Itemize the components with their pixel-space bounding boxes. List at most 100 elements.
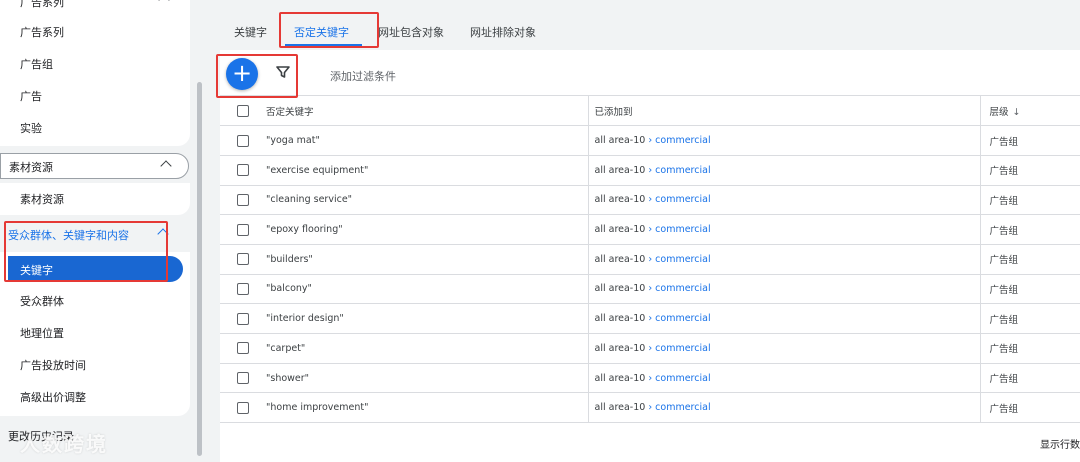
keyword-cell: "balcony" bbox=[266, 274, 589, 305]
table-row[interactable]: "cleaning service" all area-10 › commerci… bbox=[220, 185, 1080, 216]
keyword-cell: "cleaning service" bbox=[266, 185, 589, 216]
campaign-name[interactable]: all area-10 bbox=[595, 343, 646, 354]
row-checkbox-cell bbox=[220, 185, 266, 216]
keyword-cell: "carpet" bbox=[266, 333, 589, 364]
sidebar-section-campaigns[interactable]: 广告系列 bbox=[20, 0, 64, 10]
table-row[interactable]: "interior design" all area-10 › commercia… bbox=[220, 303, 1080, 334]
added-to-cell: all area-10 › commercial bbox=[588, 214, 981, 245]
ad-group-link[interactable]: commercial bbox=[655, 194, 710, 205]
keyword-cell: "epoxy flooring" bbox=[266, 214, 589, 245]
row-checkbox-cell bbox=[220, 214, 266, 245]
campaign-name[interactable]: all area-10 bbox=[595, 194, 646, 205]
ad-group-link[interactable]: commercial bbox=[655, 373, 710, 384]
table-row[interactable]: "exercise equipment" all area-10 › commer… bbox=[220, 155, 1080, 186]
highlight-box-tab bbox=[279, 12, 379, 48]
breadcrumb-separator: › bbox=[645, 135, 656, 147]
sidebar-item-ad-groups[interactable]: 广告组 bbox=[20, 56, 53, 72]
row-checkbox-cell bbox=[220, 244, 266, 275]
row-checkbox[interactable] bbox=[237, 223, 249, 236]
campaign-name[interactable]: all area-10 bbox=[595, 224, 646, 235]
sidebar-item-audiences[interactable]: 受众群体 bbox=[20, 293, 64, 309]
row-checkbox-cell bbox=[220, 392, 266, 424]
campaign-name[interactable]: all area-10 bbox=[595, 402, 646, 413]
table-row[interactable]: "builders" all area-10 › commercial 广告组 bbox=[220, 244, 1080, 275]
row-checkbox[interactable] bbox=[237, 342, 249, 355]
keyword-cell: "exercise equipment" bbox=[266, 155, 589, 186]
row-checkbox-cell bbox=[220, 155, 266, 186]
campaign-name[interactable]: all area-10 bbox=[595, 373, 646, 384]
sidebar-item-bid-adjustments[interactable]: 高级出价调整 bbox=[20, 389, 86, 405]
sidebar-item-experiments[interactable]: 实验 bbox=[20, 120, 42, 136]
column-header-added-to[interactable]: 已添加到 bbox=[588, 96, 981, 127]
row-checkbox-cell bbox=[220, 303, 266, 334]
campaign-name[interactable]: all area-10 bbox=[595, 254, 646, 265]
campaign-name[interactable]: all area-10 bbox=[595, 283, 646, 294]
row-checkbox[interactable] bbox=[237, 282, 249, 295]
ad-group-link[interactable]: commercial bbox=[655, 135, 710, 146]
campaign-name[interactable]: all area-10 bbox=[595, 313, 646, 324]
table-row[interactable]: "carpet" all area-10 › commercial 广告组 bbox=[220, 333, 1080, 364]
sidebar: 广告系列 广告系列 广告组 广告 实验 素材资源 素材资源 受众群体、关键字和内… bbox=[0, 0, 204, 462]
ad-group-link[interactable]: commercial bbox=[655, 165, 710, 176]
level-cell: 广告组 bbox=[980, 125, 1080, 156]
column-header-keyword[interactable]: 否定关键字 bbox=[266, 96, 589, 127]
table-row[interactable]: "home improvement" all area-10 › commerci… bbox=[220, 392, 1080, 424]
sidebar-item-locations[interactable]: 地理位置 bbox=[20, 325, 64, 341]
breadcrumb-separator: › bbox=[645, 224, 656, 236]
table-row[interactable]: "balcony" all area-10 › commercial 广告组 bbox=[220, 274, 1080, 305]
ad-group-link[interactable]: commercial bbox=[655, 283, 710, 294]
table-row[interactable]: "epoxy flooring" all area-10 › commercial… bbox=[220, 214, 1080, 245]
level-cell: 广告组 bbox=[980, 244, 1080, 275]
sidebar-section-assets-label: 素材资源 bbox=[9, 161, 53, 174]
ad-group-link[interactable]: commercial bbox=[655, 224, 710, 235]
added-to-cell: all area-10 › commercial bbox=[588, 274, 981, 305]
add-filter-link[interactable]: 添加过滤条件 bbox=[330, 68, 396, 84]
negative-keywords-table: 否定关键字 已添加到 层级 ↓ "yoga mat" all area-10 › c… bbox=[220, 96, 1080, 424]
table-row[interactable]: "shower" all area-10 › commercial 广告组 bbox=[220, 363, 1080, 394]
sidebar-item-ads[interactable]: 广告 bbox=[20, 88, 42, 104]
select-all-checkbox[interactable] bbox=[237, 104, 249, 117]
ad-group-link[interactable]: commercial bbox=[655, 254, 710, 265]
ad-group-link[interactable]: commercial bbox=[655, 313, 710, 324]
row-checkbox[interactable] bbox=[237, 193, 249, 206]
column-header-level[interactable]: 层级 ↓ bbox=[980, 96, 1080, 127]
row-checkbox-cell bbox=[220, 274, 266, 305]
level-cell: 广告组 bbox=[980, 214, 1080, 245]
keyword-cell: "shower" bbox=[266, 363, 589, 394]
column-header-level-label: 层级 bbox=[989, 106, 1009, 118]
chevron-up-icon bbox=[160, 160, 172, 172]
added-to-cell: all area-10 › commercial bbox=[588, 363, 981, 394]
sidebar-scrollbar[interactable] bbox=[197, 82, 202, 456]
table-row[interactable]: "yoga mat" all area-10 › commercial 广告组 bbox=[220, 125, 1080, 156]
chevron-up-icon[interactable] bbox=[158, 0, 170, 6]
added-to-cell: all area-10 › commercial bbox=[588, 333, 981, 364]
breadcrumb-separator: › bbox=[645, 402, 656, 414]
negative-keywords-panel: + 添加过滤条件 否定关键字 已添加到 层级 ↓ "yoga mat" all ar… bbox=[216, 50, 1080, 462]
row-checkbox[interactable] bbox=[237, 134, 249, 147]
tab-url-contains[interactable]: 网址包含对象 bbox=[378, 24, 444, 40]
row-checkbox[interactable] bbox=[237, 253, 249, 266]
row-checkbox[interactable] bbox=[237, 164, 249, 177]
sidebar-item-ad-schedule[interactable]: 广告投放时间 bbox=[20, 357, 86, 373]
row-checkbox[interactable] bbox=[237, 401, 249, 414]
row-checkbox-cell bbox=[220, 363, 266, 394]
tab-keywords[interactable]: 关键字 bbox=[234, 24, 267, 40]
sidebar-item-campaigns[interactable]: 广告系列 bbox=[20, 24, 64, 40]
sidebar-item-assets[interactable]: 素材资源 bbox=[20, 191, 64, 207]
tab-url-excludes[interactable]: 网址排除对象 bbox=[470, 24, 536, 40]
campaign-name[interactable]: all area-10 bbox=[595, 165, 646, 176]
ad-group-link[interactable]: commercial bbox=[655, 402, 710, 413]
ad-group-link[interactable]: commercial bbox=[655, 343, 710, 354]
tab-bar: 关键字 否定关键字 网址包含对象 网址排除对象 bbox=[210, 0, 1080, 50]
level-cell: 广告组 bbox=[980, 303, 1080, 334]
row-checkbox[interactable] bbox=[237, 312, 249, 325]
row-checkbox[interactable] bbox=[237, 372, 249, 385]
highlight-box-toolbar bbox=[216, 54, 298, 98]
rows-per-page-label: 显示行数 bbox=[1040, 440, 1080, 451]
campaign-nav-card: 广告系列 广告系列 广告组 广告 实验 bbox=[0, 0, 190, 146]
table-header-row: 否定关键字 已添加到 层级 ↓ bbox=[220, 96, 1080, 127]
sidebar-section-assets[interactable]: 素材资源 bbox=[0, 153, 189, 179]
campaign-name[interactable]: all area-10 bbox=[595, 135, 646, 146]
keyword-cell: "builders" bbox=[266, 244, 589, 275]
level-cell: 广告组 bbox=[980, 392, 1080, 424]
